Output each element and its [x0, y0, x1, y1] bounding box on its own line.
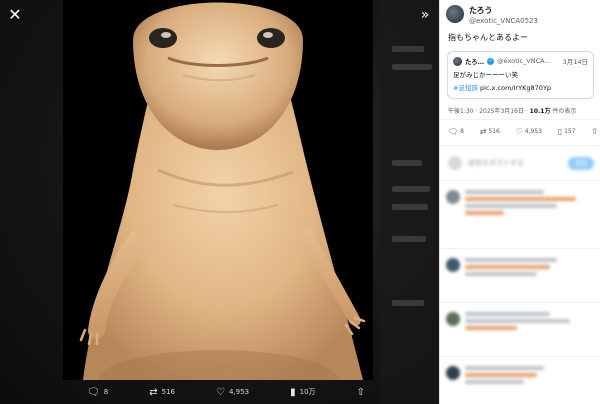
retweet-count: 516	[161, 388, 175, 396]
quoted-author-handle: @exotic_VNCA…	[497, 57, 552, 65]
divider	[440, 248, 600, 249]
author-name[interactable]: たろう	[469, 5, 538, 16]
reply-count: 8	[103, 388, 109, 396]
background-text	[392, 236, 426, 242]
views-count: 10万	[299, 388, 316, 396]
quoted-post-header: たろ… ✓ @exotic_VNCA… 3月14日	[453, 56, 588, 66]
divider	[440, 356, 600, 357]
bookmark-button[interactable]: ▯ 157	[558, 127, 576, 136]
reply-composer[interactable]: 返信をポストする 返信	[448, 153, 594, 173]
quoted-author-name: たろ…	[465, 58, 485, 66]
bookmark-icon: ▯	[557, 127, 563, 136]
reply-count: 8	[460, 128, 464, 135]
background-text	[392, 160, 422, 166]
views-button[interactable]: ▮ 10万	[290, 387, 315, 398]
divider	[440, 145, 600, 146]
reply-button[interactable]: 🗨 8	[87, 387, 108, 398]
like-count: 4,953	[524, 128, 542, 135]
background-text	[392, 186, 430, 192]
hashtag-link[interactable]: #足短族	[453, 84, 478, 92]
reply-item[interactable]	[446, 190, 596, 218]
reply-item[interactable]	[446, 312, 596, 333]
reply-icon: 🗨	[448, 127, 459, 136]
author-handle[interactable]: @exotic_VNCA0523	[469, 17, 538, 25]
bookmark-count: 157	[564, 128, 576, 135]
close-icon[interactable]: ✕	[6, 6, 24, 24]
like-button[interactable]: ♡ 4,953	[216, 387, 249, 398]
post-timestamp[interactable]: 午後1:30 · 2025年3月16日 ·	[448, 108, 530, 115]
heart-icon: ♡	[216, 386, 225, 398]
avatar	[446, 258, 460, 272]
chart-icon: ▮	[290, 386, 296, 398]
avatar[interactable]	[446, 5, 464, 23]
post-author[interactable]: たろう @exotic_VNCA0523	[446, 5, 538, 25]
retweet-icon: ⇄	[149, 386, 158, 398]
background-text	[392, 204, 428, 210]
media-viewer: ✕ » 🗨 8 ⇄ 516 ♡ 4,953 ▮ 10万 ⇧	[0, 0, 439, 404]
heart-icon: ♡	[515, 127, 523, 136]
retweet-icon: ⇄	[479, 127, 487, 136]
like-button[interactable]: ♡ 4,953	[516, 127, 542, 136]
media-viewer-page: ✕ » 🗨 8 ⇄ 516 ♡ 4,953 ▮ 10万 ⇧ たろう @exoti…	[0, 0, 600, 404]
reply-submit-button[interactable]: 返信	[568, 156, 594, 170]
retweet-button[interactable]: ⇄ 516	[149, 387, 175, 398]
post-photo[interactable]	[63, 0, 373, 380]
retweet-button[interactable]: ⇄ 516	[480, 127, 500, 136]
post-detail-panel: たろう @exotic_VNCA0523 指もちゃんとあるよー たろ… ✓ @e…	[439, 0, 600, 404]
reply-item[interactable]	[446, 366, 596, 387]
post-metadata: 午後1:30 · 2025年3月16日 · 10.1万 件の表示	[448, 106, 576, 115]
media-link[interactable]: pic.x.com/IrYKg870Yp	[480, 84, 551, 92]
reply-icon: 🗨	[87, 386, 100, 398]
divider	[440, 302, 600, 303]
share-button[interactable]: ⇧	[357, 387, 365, 398]
chevron-right-double-icon[interactable]: »	[417, 6, 433, 24]
share-button[interactable]: ⇧	[591, 127, 598, 136]
retweet-count: 516	[488, 128, 500, 135]
quoted-post-date: 3月14日	[562, 58, 588, 66]
post-views-count: 10.1万	[529, 108, 551, 115]
share-icon: ⇧	[591, 127, 598, 136]
background-text	[392, 64, 432, 70]
quoted-avatar	[453, 56, 462, 66]
quoted-post-tags: #足短族 pic.x.com/IrYKg870Yp	[453, 82, 588, 92]
post-views-label: 件の表示	[550, 108, 577, 115]
reply-input[interactable]: 返信をポストする	[468, 158, 524, 168]
background-timeline	[380, 0, 439, 404]
post-text: 指もちゃんとあるよー	[448, 33, 528, 42]
reply-item[interactable]	[446, 258, 596, 279]
avatar	[448, 156, 462, 170]
post-action-bar: 🗨 8 ⇄ 516 ♡ 4,953 ▯ 157 ⇧	[448, 127, 598, 136]
axolotl-photo	[63, 0, 373, 380]
verified-badge-icon: ✓	[487, 57, 495, 65]
quoted-post[interactable]: たろ… ✓ @exotic_VNCA… 3月14日 足がみじかーーーい笑 #足短…	[447, 51, 594, 99]
quoted-post-text: 足がみじかーーーい笑	[453, 71, 518, 79]
divider	[440, 119, 600, 120]
avatar	[446, 312, 460, 326]
avatar	[446, 190, 460, 204]
media-action-bar: 🗨 8 ⇄ 516 ♡ 4,953 ▮ 10万 ⇧	[63, 380, 373, 404]
background-text	[392, 300, 424, 306]
avatar	[446, 366, 460, 380]
like-count: 4,953	[229, 388, 250, 396]
reply-button[interactable]: 🗨 8	[448, 127, 464, 136]
background-text	[392, 46, 424, 52]
divider	[440, 180, 600, 181]
share-icon: ⇧	[356, 386, 365, 398]
